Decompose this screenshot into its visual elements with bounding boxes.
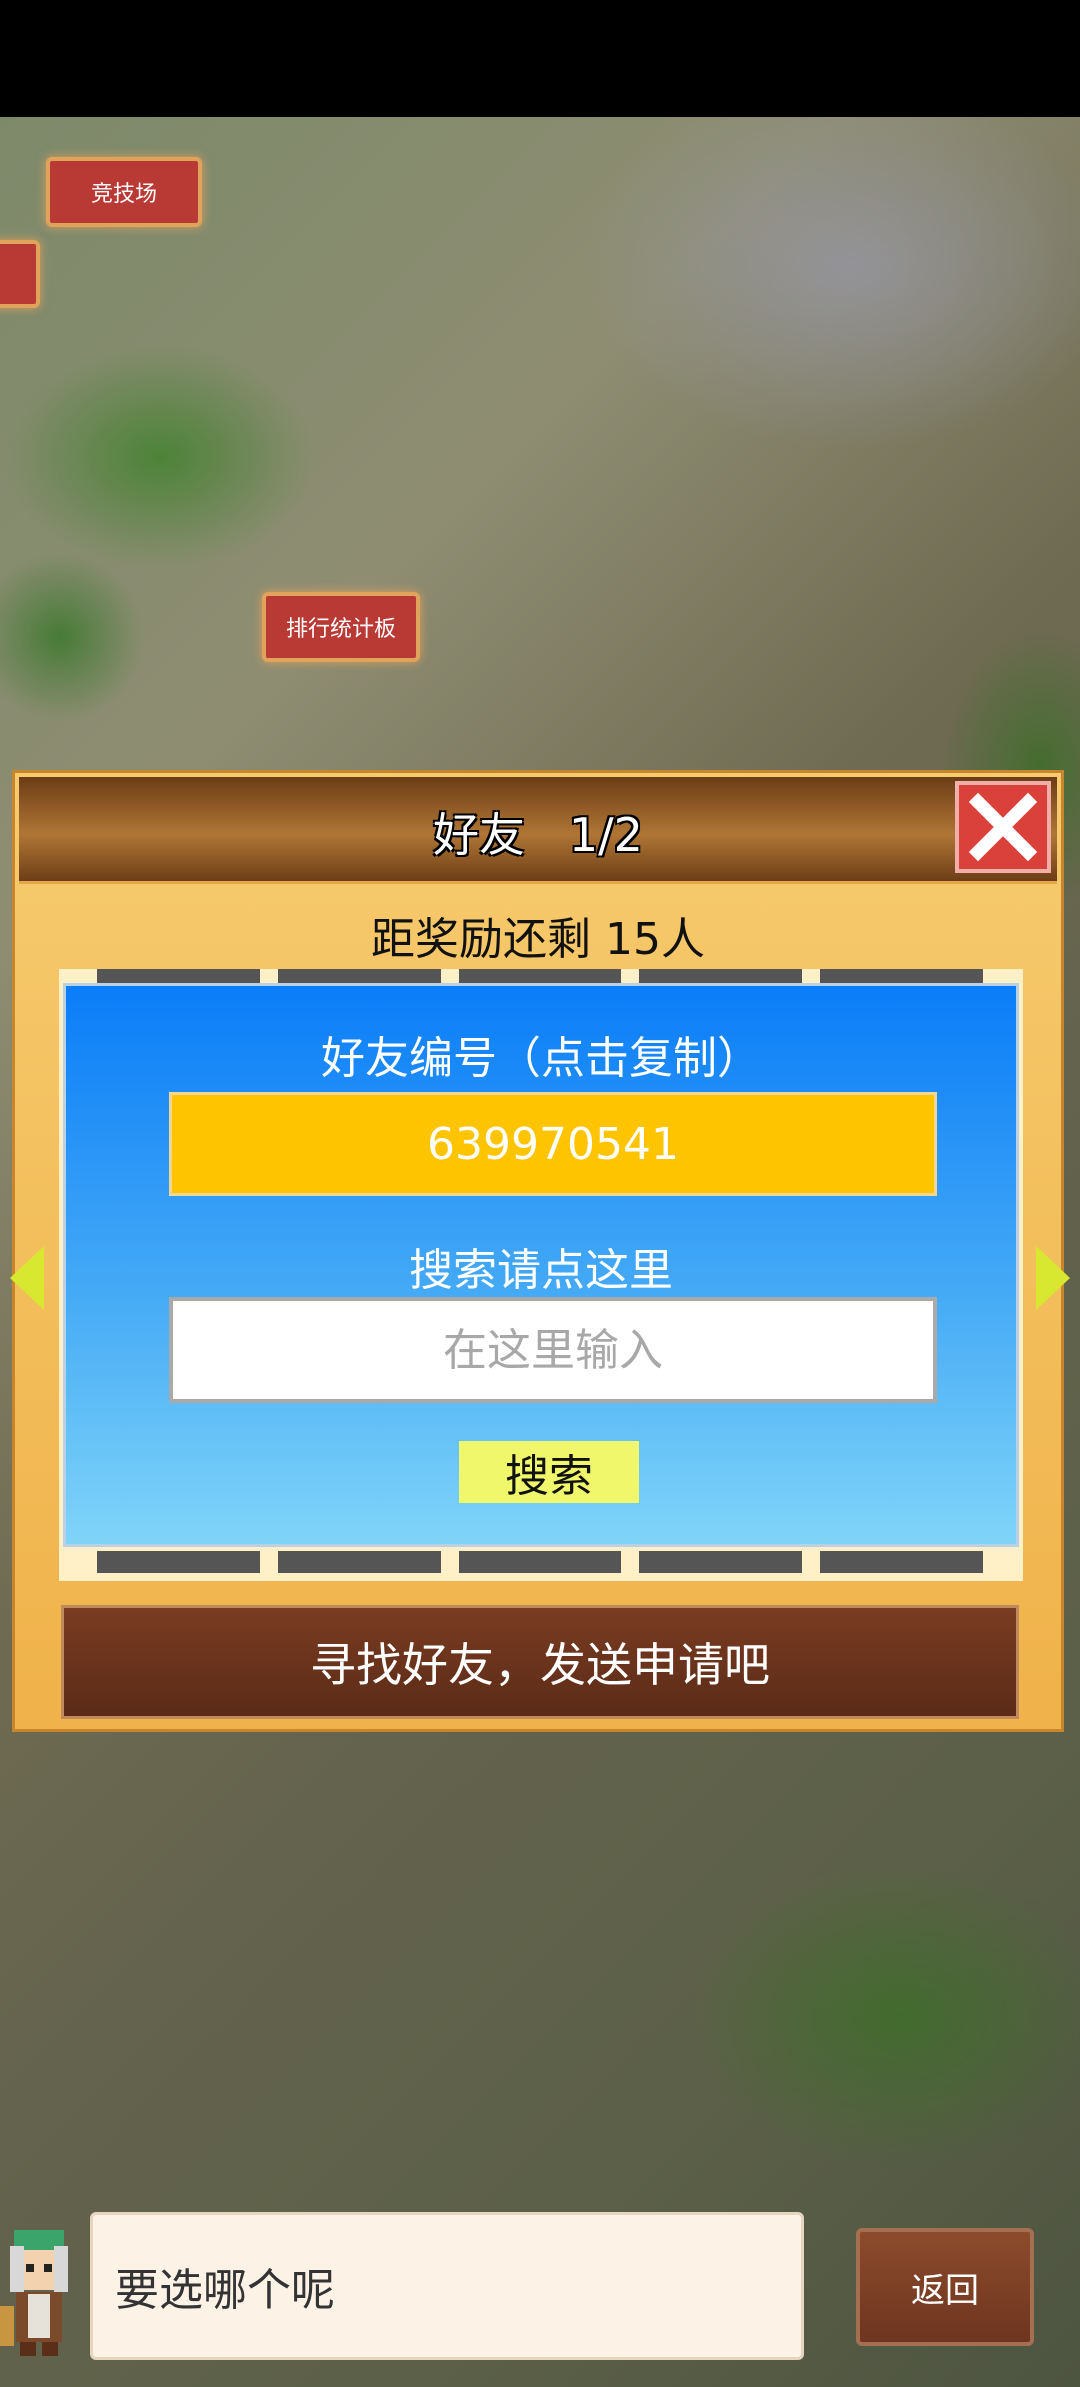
status-bar	[0, 0, 1080, 117]
map-label-partial[interactable]	[0, 240, 40, 308]
speech-bubble: 要选哪个呢	[90, 2212, 804, 2360]
back-button[interactable]: 返回	[856, 2228, 1034, 2346]
friend-id-value: 639970541	[427, 1118, 679, 1170]
search-label: 搜索请点这里	[409, 1245, 673, 1296]
map-label-arena-text: 竞技场	[90, 182, 157, 207]
character-avatar-icon	[0, 2210, 82, 2368]
arrow-left-icon[interactable]	[10, 1246, 44, 1310]
map-label-arena[interactable]: 竞技场	[46, 157, 202, 227]
friend-id-label: 好友编号（点击复制）	[321, 1033, 761, 1084]
send-request-label: 寻找好友，发送申请吧	[310, 1638, 770, 1692]
arrow-right-icon[interactable]	[1036, 1246, 1070, 1310]
map-label-leaderboard[interactable]: 排行统计板	[262, 592, 420, 662]
friend-panel-frame: 好友编号（点击复制） 639970541 搜索请点这里 搜索	[59, 969, 1023, 1581]
speech-text: 要选哪个呢	[115, 2265, 335, 2316]
back-button-label: 返回	[911, 2270, 979, 2311]
friend-id-copy-box[interactable]: 639970541	[169, 1092, 937, 1196]
close-button[interactable]	[955, 781, 1051, 873]
reward-remaining-text: 距奖励还剩 15人	[371, 914, 705, 965]
search-button[interactable]: 搜索	[459, 1441, 639, 1503]
friends-dialog: 好友 1/2 距奖励还剩 15人 好友编号（点击复制） 639970541 搜索…	[12, 770, 1064, 1732]
close-icon	[968, 792, 1038, 862]
friend-search-input[interactable]	[169, 1297, 937, 1403]
page-indicator-bottom	[97, 1551, 983, 1573]
friend-id-panel: 好友编号（点击复制） 639970541 搜索请点这里 搜索	[63, 983, 1019, 1547]
dialog-header: 好友 1/2	[19, 777, 1057, 884]
send-request-button[interactable]: 寻找好友，发送申请吧	[61, 1605, 1019, 1719]
map-label-leaderboard-text: 排行统计板	[285, 617, 396, 642]
dialog-title: 好友 1/2	[433, 808, 643, 862]
